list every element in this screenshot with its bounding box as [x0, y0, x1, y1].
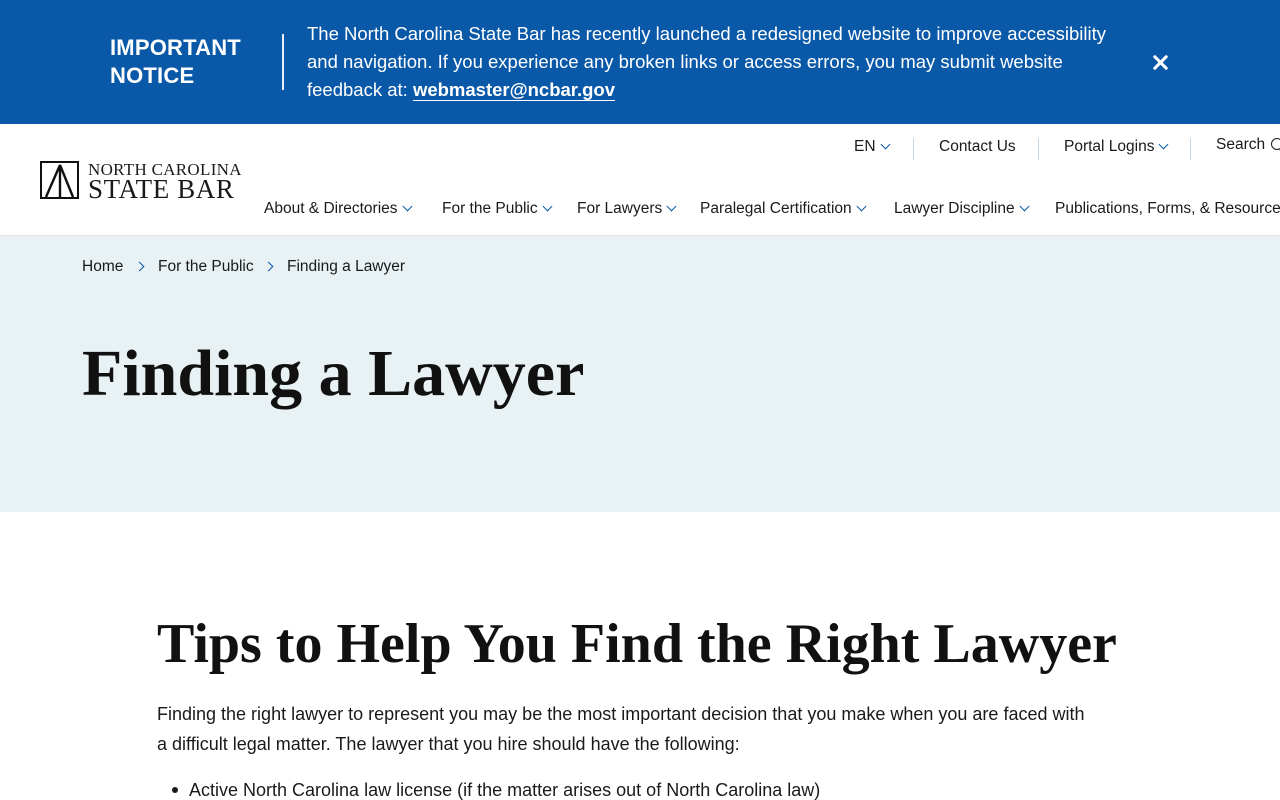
chevron-right-icon	[134, 261, 145, 272]
intro-paragraph: Finding the right lawyer to represent yo…	[157, 704, 1085, 754]
list-item: Active North Carolina law license (if th…	[189, 780, 821, 800]
section-heading: Tips to Help You Find the Right Lawyer	[157, 613, 1117, 675]
chevron-down-icon	[666, 201, 677, 212]
logo-mark-icon	[40, 161, 79, 199]
nav-label: For the Public	[442, 200, 538, 217]
utility-divider	[913, 138, 914, 160]
nav-item-for-the-public[interactable]: For the Public	[442, 200, 553, 218]
contact-us-link[interactable]: Contact Us	[939, 138, 1016, 156]
chevron-down-icon	[402, 201, 412, 212]
nav-item-about-directories[interactable]: About & Directories	[264, 200, 412, 218]
search-icon	[1271, 138, 1280, 150]
nav-item-lawyer-discipline[interactable]: Lawyer Discipline	[894, 200, 1030, 218]
nav-label: Paralegal Certification	[700, 200, 852, 217]
logo-text-bottom: STATE BAR	[88, 174, 235, 204]
utility-divider	[1038, 138, 1039, 160]
notice-title: IMPORTANT NOTICE	[110, 35, 241, 88]
bullet-icon	[172, 787, 178, 793]
search-label: Search	[1216, 136, 1266, 153]
page-title: Finding a Lawyer	[82, 337, 585, 410]
nav-label: Lawyer Discipline	[894, 200, 1015, 217]
important-notice-banner: IMPORTANT NOTICE The North Carolina Stat…	[0, 0, 1280, 124]
chevron-down-icon	[1159, 139, 1169, 150]
utility-divider	[1190, 138, 1191, 160]
portal-logins-label: Portal Logins	[1064, 138, 1155, 155]
breadcrumb-for-the-public[interactable]: For the Public	[158, 258, 254, 276]
nav-label: Publications, Forms, & Resources	[1055, 200, 1280, 217]
page-hero: Home For the Public Finding a Lawyer Fin…	[0, 236, 1280, 512]
language-label: EN	[854, 138, 876, 155]
nav-item-for-lawyers[interactable]: For Lawyers	[577, 200, 677, 218]
nav-label: About & Directories	[264, 200, 398, 217]
site-logo[interactable]: NORTH CAROLINA STATE BAR	[40, 161, 242, 204]
breadcrumb-current: Finding a Lawyer	[287, 258, 406, 275]
notice-divider	[282, 34, 284, 90]
chevron-down-icon	[856, 201, 867, 212]
chevron-right-icon	[263, 261, 274, 272]
chevron-down-icon	[880, 139, 890, 150]
search-button[interactable]: Search	[1216, 136, 1280, 154]
close-icon[interactable]	[1146, 49, 1174, 77]
site-header: NORTH CAROLINA STATE BAR EN Contact Us P…	[0, 124, 1280, 236]
portal-logins-menu[interactable]: Portal Logins	[1064, 138, 1169, 156]
nav-item-paralegal-certification[interactable]: Paralegal Certification	[700, 200, 867, 218]
language-selector[interactable]: EN	[854, 138, 890, 156]
chevron-down-icon	[1019, 201, 1030, 212]
feedback-email-link[interactable]: webmaster@ncbar.gov	[413, 79, 615, 100]
nav-item-publications-forms-resources[interactable]: Publications, Forms, & Resources	[1055, 200, 1280, 218]
chevron-down-icon	[542, 201, 553, 212]
notice-text: The North Carolina State Bar has recentl…	[307, 20, 1117, 104]
nav-label: For Lawyers	[577, 200, 663, 217]
breadcrumb-home[interactable]: Home	[82, 258, 123, 276]
